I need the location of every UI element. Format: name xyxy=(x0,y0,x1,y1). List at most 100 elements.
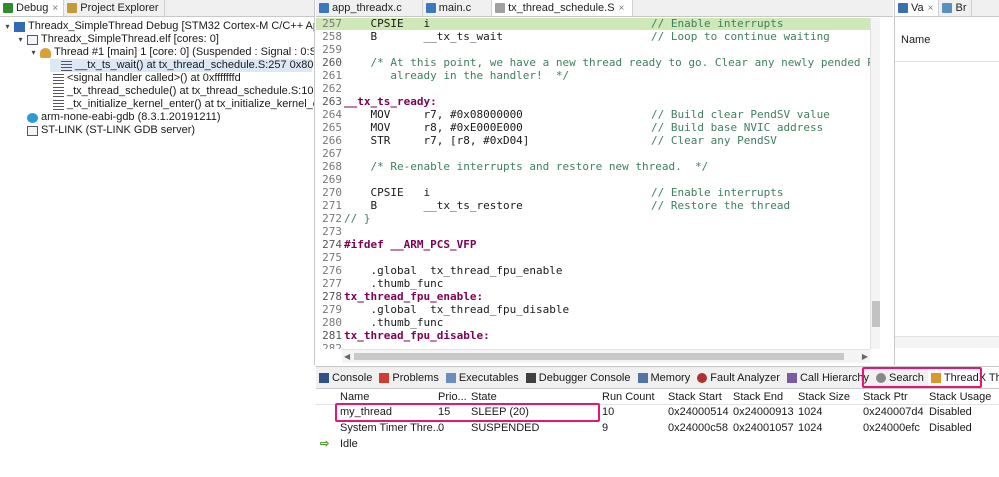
editor-vertical-scrollbar[interactable] xyxy=(870,18,880,349)
scroll-right-icon[interactable]: ▶ xyxy=(862,350,868,363)
column-header[interactable]: Stack Ptr xyxy=(863,390,908,405)
tree-item[interactable]: _tx_initialize_kernel_enter() at tx_init… xyxy=(42,98,314,111)
code-text: B __tx_ts_restore xyxy=(344,199,523,212)
tab-main-c[interactable]: main.c xyxy=(423,0,493,16)
tab-label: Project Explorer xyxy=(80,2,159,14)
code-line: 276 .global tx_thread_fpu_enable xyxy=(316,264,878,277)
tree-item[interactable]: __tx_ts_wait() at tx_thread_schedule.S:2… xyxy=(50,59,314,72)
tab-label: Call Hierarchy xyxy=(799,371,870,384)
column-header[interactable]: Prio... xyxy=(438,390,467,405)
tree-item[interactable]: ▾ Threadx_SimpleThread.elf [cores: 0] xyxy=(16,33,219,46)
table-cell: 0x24000514 xyxy=(668,406,729,418)
expand-toggle-icon[interactable]: ▾ xyxy=(29,46,38,59)
table-row[interactable]: ⇨ Idle xyxy=(316,437,999,452)
tree-item[interactable]: <signal handler called>() at 0xfffffffd xyxy=(42,72,241,85)
variables-view: Va × Br Name xyxy=(894,0,999,365)
table-row[interactable]: my_thread 15 SLEEP (20) 10 0x24000514 0x24000… xyxy=(316,405,999,420)
line-number: 258 xyxy=(322,30,342,43)
line-number: 268 xyxy=(322,160,342,173)
code-comment: // Build base NVIC address xyxy=(651,121,824,134)
tab-app-threadx-c[interactable]: app_threadx.c xyxy=(316,0,423,16)
tab-label: Memory xyxy=(650,371,691,384)
line-number: 266 xyxy=(322,134,342,147)
code-editor[interactable]: 257 CPSIE i// Enable interrupts 258 B __t… xyxy=(316,18,878,349)
tab-br[interactable]: Br xyxy=(939,0,973,16)
editor-horizontal-scrollbar[interactable]: ◀ ▶ xyxy=(342,349,870,363)
tab-label: Problems xyxy=(392,371,439,384)
tree-item-label: <signal handler called>() at 0xfffffffd xyxy=(67,72,241,84)
variables-horizontal-scrollbar[interactable] xyxy=(895,336,999,348)
line-number: 259 xyxy=(322,43,342,56)
column-header[interactable]: Name xyxy=(340,390,369,405)
column-header[interactable]: State xyxy=(471,390,497,405)
column-header[interactable]: Stack End xyxy=(733,390,783,405)
code-line: 258 B __tx_ts_wait // Loop to continue wa… xyxy=(316,30,878,43)
tab-label: Va xyxy=(911,2,924,14)
tab-va[interactable]: Va × xyxy=(895,0,940,16)
expand-toggle-icon[interactable]: ▾ xyxy=(16,33,25,46)
line-number: 281 xyxy=(322,329,342,342)
close-icon[interactable]: × xyxy=(619,3,625,14)
tab-memory[interactable]: Memory xyxy=(635,367,695,388)
project-explorer-icon xyxy=(67,3,78,13)
line-number: 271 xyxy=(322,199,342,212)
tab-search[interactable]: Search xyxy=(873,367,928,388)
column-header[interactable]: Stack Usage xyxy=(929,390,991,405)
thread-icon xyxy=(40,47,51,58)
line-number: 265 xyxy=(322,121,342,134)
tab-project-explorer[interactable]: Project Explorer xyxy=(64,0,165,16)
code-line: 281 tx_thread_fpu_disable: xyxy=(316,329,878,342)
tree-item[interactable]: ST-LINK (ST-LINK GDB server) xyxy=(16,124,195,137)
table-cell: 0x240007d4 xyxy=(863,406,924,418)
code-comment: // Restore the thread xyxy=(651,199,791,212)
tab-fault-analyzer[interactable]: Fault Analyzer xyxy=(694,367,784,388)
code-text: __tx_ts_ready: xyxy=(344,95,437,108)
code-text: .global tx_thread_fpu_enable xyxy=(344,264,563,277)
column-header[interactable]: Run Count xyxy=(602,390,655,405)
tab-threadx-thread-list[interactable]: ThreadX Thread List xyxy=(927,367,999,388)
tab-debug[interactable]: Debug × xyxy=(0,0,65,16)
tree-item[interactable]: _tx_thread_schedule() at tx_thread_sched… xyxy=(42,85,314,98)
code-line: 282 xyxy=(316,342,878,349)
breakpoints-icon xyxy=(942,3,953,13)
fault-analyzer-icon xyxy=(697,372,708,383)
tree-item-label: Threadx_SimpleThread.elf [cores: 0] xyxy=(41,33,219,45)
table-cell: 1024 xyxy=(798,422,823,434)
scroll-left-icon[interactable]: ◀ xyxy=(344,350,350,363)
gdb-icon xyxy=(27,112,38,123)
tab-executables[interactable]: Executables xyxy=(443,367,523,388)
tab-call-hierarchy[interactable]: Call Hierarchy xyxy=(784,367,873,388)
close-icon[interactable]: × xyxy=(52,3,58,14)
scroll-thumb[interactable] xyxy=(354,353,844,360)
line-number: 261 xyxy=(322,69,342,82)
code-line: 272// } xyxy=(316,212,878,225)
table-row[interactable]: System Timer Thre... 0 SUSPENDED 9 0x24000c5… xyxy=(316,421,999,436)
debug-tabbar: Debug × Project Explorer xyxy=(0,0,314,17)
variables-name-column[interactable]: Name xyxy=(901,34,930,46)
close-icon[interactable]: × xyxy=(928,3,934,14)
column-header[interactable]: Stack Start xyxy=(668,390,722,405)
expand-toggle-icon[interactable]: ▾ xyxy=(3,20,12,33)
scroll-thumb[interactable] xyxy=(872,301,880,327)
tree-item[interactable]: ▾ Thread #1 [main] 1 [core: 0] (Suspended… xyxy=(29,46,314,59)
tab-debugger-console[interactable]: Debugger Console xyxy=(523,367,635,388)
problems-icon xyxy=(379,372,390,383)
line-number: 264 xyxy=(322,108,342,121)
tree-item[interactable]: arm-none-eabi-gdb (8.3.1.20191211) xyxy=(16,111,221,124)
process-icon xyxy=(27,125,38,136)
tab-console[interactable]: Console xyxy=(316,367,376,388)
line-number: 280 xyxy=(322,316,342,329)
code-line: 262 xyxy=(316,82,878,95)
tab-problems[interactable]: Problems xyxy=(376,367,442,388)
table-cell: 15 xyxy=(438,406,451,418)
column-header[interactable]: Stack Size xyxy=(798,390,850,405)
debug-tree: ▾ Threadx_SimpleThread Debug [STM32 Corte… xyxy=(0,18,314,365)
asm-file-icon xyxy=(495,3,506,13)
table-cell: 1024 xyxy=(798,406,823,418)
tab-tx-thread-schedule-s[interactable]: tx_thread_schedule.S × xyxy=(492,0,634,16)
code-line: 278 tx_thread_fpu_enable: xyxy=(316,290,878,303)
code-line: 267 xyxy=(316,147,878,160)
code-line: 259 xyxy=(316,43,878,56)
code-text: /* At this point, we have a new thread r… xyxy=(344,56,878,69)
tree-item[interactable]: ▾ Threadx_SimpleThread Debug [STM32 Corte… xyxy=(3,20,314,33)
